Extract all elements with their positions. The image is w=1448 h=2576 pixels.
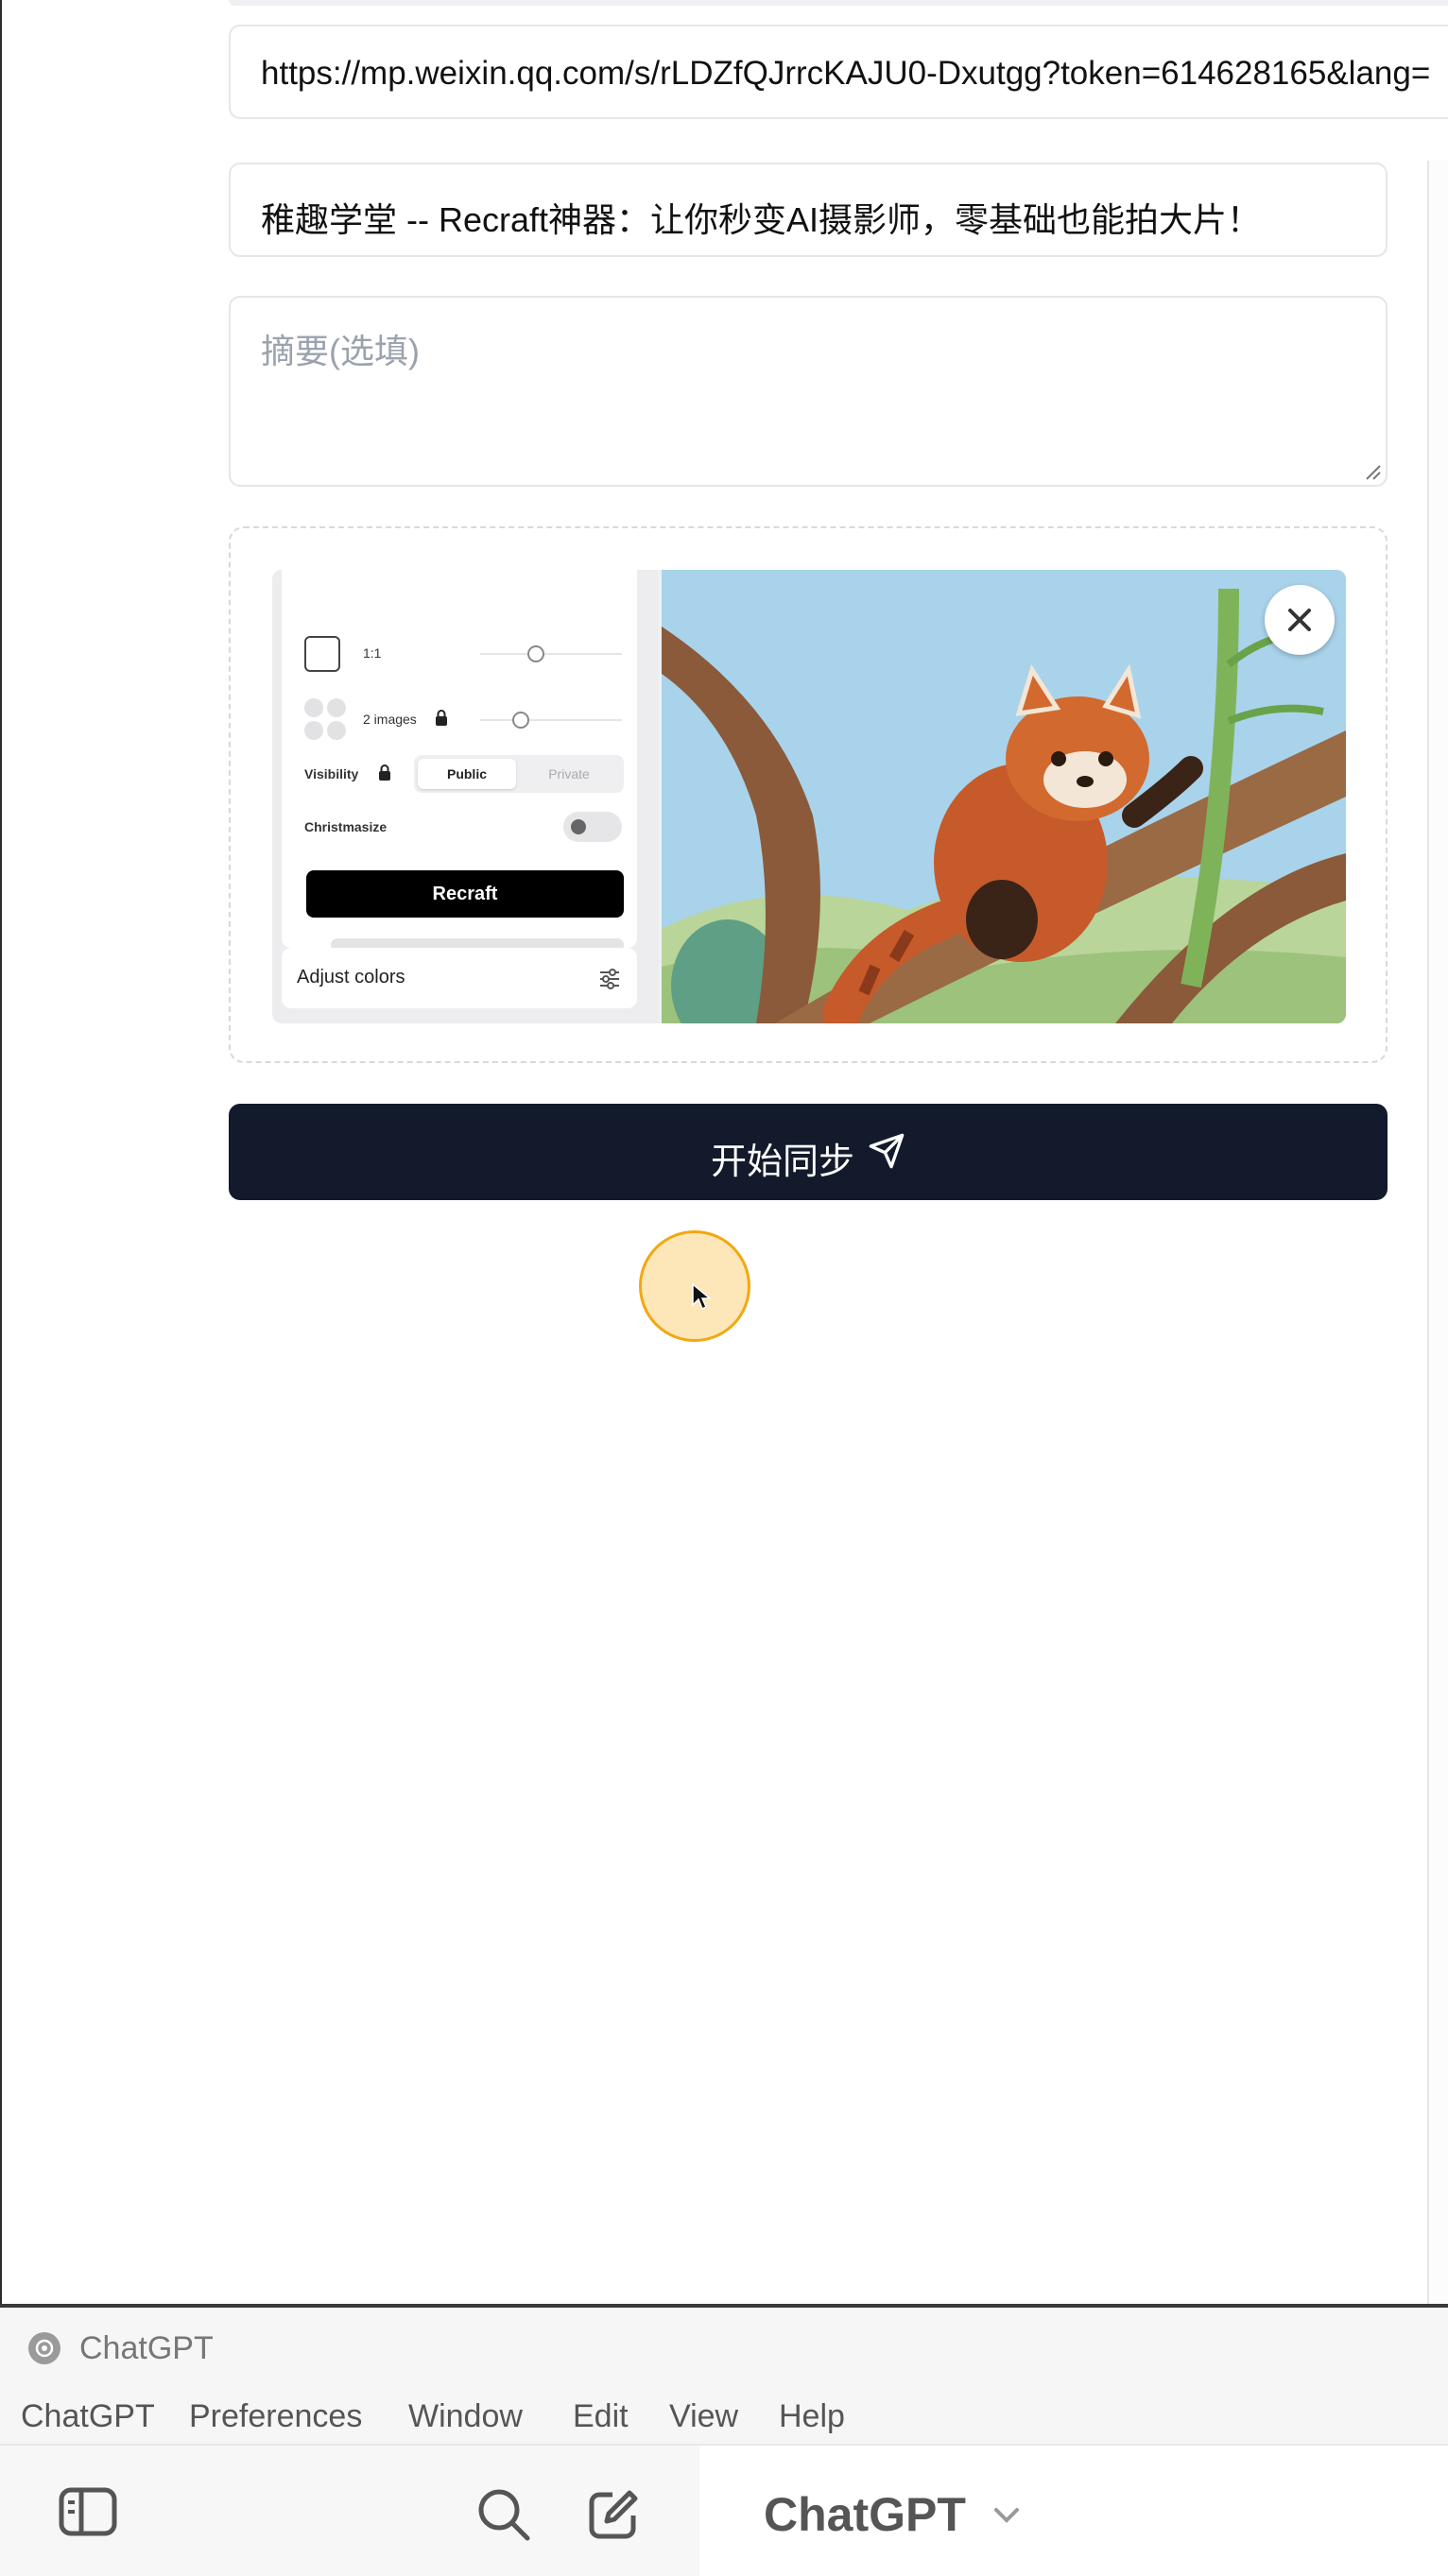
start-sync-label: 开始同步 (711, 1142, 855, 1182)
right-side-panel (1427, 161, 1448, 2308)
menu-window[interactable]: Window (408, 2398, 523, 2435)
resize-handle-icon[interactable] (1361, 460, 1382, 481)
lock-icon (436, 710, 447, 726)
adjust-colors-label: Adjust colors (297, 967, 405, 987)
url-value: https://mp.weixin.qq.com/s/rLDZfQJrrcKAJ… (261, 55, 1431, 92)
adjust-colors-row: Adjust colors (282, 948, 637, 1008)
menu-bar: ChatGPT Preferences Window Edit View Hel… (0, 2393, 1448, 2449)
sidebar-toggle-icon[interactable] (59, 2487, 117, 2536)
menu-chatgpt[interactable]: ChatGPT (21, 2398, 155, 2435)
recraft-settings-panel: 1:1 2 images Visibility Public Private C… (272, 570, 658, 1023)
ratio-slider-knob (527, 645, 544, 662)
chatgpt-logo-icon (28, 2332, 60, 2364)
aspect-ratio-icon (304, 636, 340, 672)
model-selector[interactable]: ChatGPT (764, 2487, 966, 2542)
christmasize-label: Christmasize (304, 819, 388, 834)
send-icon (869, 1133, 905, 1169)
chatgpt-app-window: ChatGPT ChatGPT Preferences Window Edit … (0, 2308, 1448, 2576)
lock-icon (379, 764, 390, 781)
red-panda-illustration (662, 570, 1346, 1023)
images-count-label: 2 images (363, 712, 417, 727)
pointer-icon (692, 1282, 712, 1311)
title-input[interactable]: 稚趣学堂 -- Recraft神器：让你秒变AI摄影师，零基础也能拍大片！ (229, 163, 1388, 257)
summary-textarea[interactable]: 摘要(选填) (229, 296, 1388, 487)
mouse-cursor-highlight (639, 1230, 750, 1342)
menu-help[interactable]: Help (779, 2398, 845, 2435)
cover-image-preview: 1:1 2 images Visibility Public Private C… (272, 570, 1346, 1023)
titlebar: ChatGPT (0, 2308, 1448, 2366)
remove-image-button[interactable] (1265, 585, 1335, 655)
image-upload-area[interactable]: 1:1 2 images Visibility Public Private C… (229, 526, 1388, 1063)
ratio-label: 1:1 (363, 645, 382, 661)
private-option: Private (548, 766, 590, 781)
menu-view[interactable]: View (669, 2398, 738, 2435)
close-icon (1288, 609, 1311, 631)
new-chat-icon[interactable] (586, 2487, 641, 2542)
search-icon[interactable] (476, 2487, 531, 2542)
chevron-down-icon[interactable] (992, 2506, 1021, 2525)
recraft-button: Recraft (306, 870, 624, 918)
summary-placeholder: 摘要(选填) (261, 332, 420, 370)
images-icon (304, 698, 350, 744)
title-value: 稚趣学堂 -- Recraft神器：让你秒变AI摄影师，零基础也能拍大片！ (261, 200, 1262, 239)
top-strip (229, 0, 1448, 6)
visibility-label: Visibility (304, 766, 359, 781)
public-option: Public (418, 759, 516, 789)
sliders-icon (600, 969, 619, 989)
chat-toolbar: ChatGPT (0, 2444, 1448, 2576)
menu-edit[interactable]: Edit (573, 2398, 629, 2435)
sync-form-window: https://mp.weixin.qq.com/s/rLDZfQJrrcKAJ… (0, 0, 1448, 2308)
start-sync-button[interactable]: 开始同步 (229, 1104, 1388, 1200)
url-input[interactable]: https://mp.weixin.qq.com/s/rLDZfQJrrcKAJ… (229, 25, 1448, 119)
christmasize-switch (563, 812, 622, 842)
visibility-toggle: Public Private (414, 755, 624, 793)
menu-preferences[interactable]: Preferences (189, 2398, 362, 2435)
window-title: ChatGPT (79, 2330, 214, 2366)
images-slider-knob (512, 712, 529, 729)
